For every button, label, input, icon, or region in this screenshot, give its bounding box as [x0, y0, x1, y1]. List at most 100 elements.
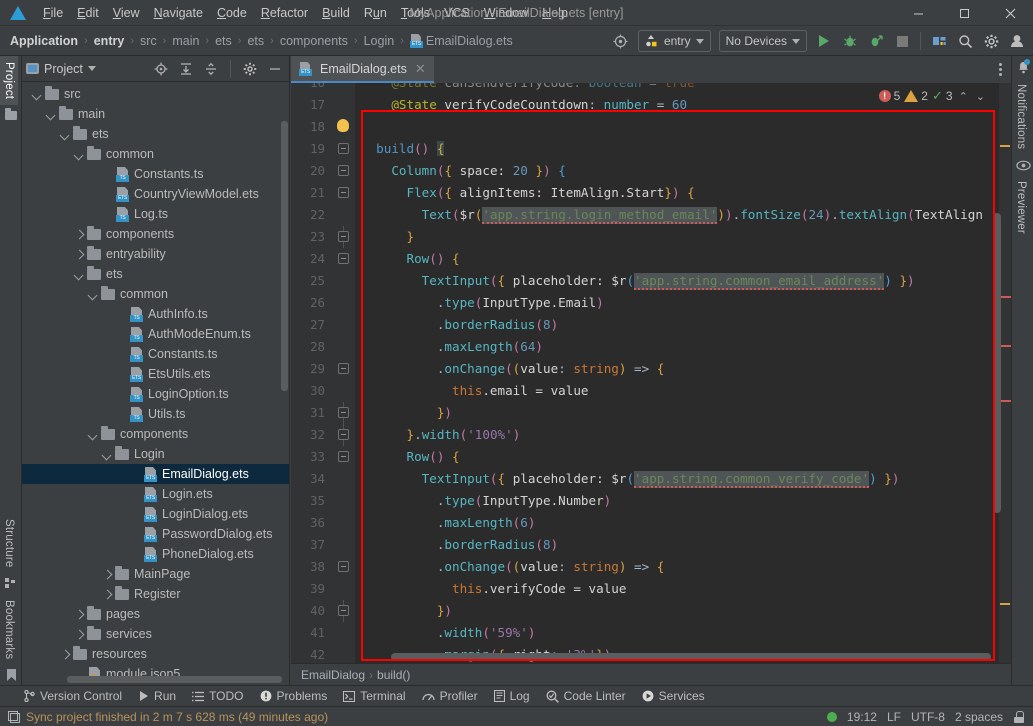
minimize-button[interactable]: [895, 0, 941, 26]
tool-window-version-control[interactable]: Version Control: [24, 689, 122, 703]
fold-gutter[interactable]: [333, 270, 355, 292]
tree-item-authmodeenum-ts[interactable]: AuthModeEnum.ts: [22, 324, 289, 344]
tree-item-pages[interactable]: pages: [22, 604, 289, 624]
tree-item-phonedialog-ets[interactable]: PhoneDialog.ets: [22, 544, 289, 564]
structure-icon[interactable]: [0, 574, 22, 594]
breadcrumb-item-ets[interactable]: ets: [211, 32, 236, 50]
status-indent[interactable]: 2 spaces: [955, 710, 1003, 724]
tree-item-common[interactable]: common: [22, 284, 289, 304]
code-line[interactable]: 33 Row() {: [291, 446, 1011, 468]
code-line[interactable]: 28 .maxLength(64): [291, 336, 1011, 358]
code-text[interactable]: this.verifyCode = value: [355, 578, 626, 600]
fold-gutter[interactable]: [333, 622, 355, 644]
tool-window-run[interactable]: Run: [138, 689, 176, 703]
chevron-up-icon[interactable]: ⌃: [957, 90, 970, 103]
code-line[interactable]: 30 this.email = value: [291, 380, 1011, 402]
tree-item-common[interactable]: common: [22, 144, 289, 164]
close-button[interactable]: [987, 0, 1033, 26]
fold-collapse-icon[interactable]: [338, 143, 349, 154]
code-text[interactable]: }: [355, 226, 415, 248]
tool-window-problems[interactable]: Problems: [260, 689, 327, 703]
menu-item-vcs[interactable]: VCS: [437, 3, 477, 23]
tool-window-code-linter[interactable]: Code Linter: [546, 689, 626, 703]
code-text[interactable]: }): [355, 402, 452, 424]
code-line[interactable]: 40 }): [291, 600, 1011, 622]
tool-window-services[interactable]: Services: [642, 689, 705, 703]
notifications-bell-icon[interactable]: [1012, 56, 1033, 78]
chevron-down-icon[interactable]: [32, 89, 43, 100]
code-line[interactable]: 26 .type(InputType.Email): [291, 292, 1011, 314]
tree-item-main[interactable]: main: [22, 104, 289, 124]
fold-collapse-icon[interactable]: [338, 451, 349, 462]
tree-item-passworddialog-ets[interactable]: PasswordDialog.ets: [22, 524, 289, 544]
fold-gutter[interactable]: [333, 116, 355, 138]
tree-item-register[interactable]: Register: [22, 584, 289, 604]
tree-item-login[interactable]: Login: [22, 444, 289, 464]
tree-item-log-ts[interactable]: Log.ts: [22, 204, 289, 224]
code-line[interactable]: 35 .type(InputType.Number): [291, 490, 1011, 512]
fold-gutter[interactable]: [333, 94, 355, 116]
module-selector[interactable]: entry: [637, 30, 711, 52]
chevron-down-icon[interactable]: [88, 429, 99, 440]
breadcrumb-item-login[interactable]: Login: [360, 32, 399, 50]
tree-item-loginoption-ts[interactable]: LoginOption.ts: [22, 384, 289, 404]
breadcrumb-item-entry[interactable]: entry: [90, 32, 129, 50]
tree-item-utils-ts[interactable]: Utils.ts: [22, 404, 289, 424]
menu-item-refactor[interactable]: Refactor: [254, 3, 315, 23]
project-tree-vertical-scrollbar[interactable]: [281, 121, 288, 391]
search-icon[interactable]: [953, 29, 977, 53]
fold-end-icon[interactable]: [338, 429, 349, 440]
menu-item-navigate[interactable]: Navigate: [147, 3, 210, 23]
code-text[interactable]: .onChange((value: string) => {: [355, 358, 665, 380]
fold-gutter[interactable]: [333, 446, 355, 468]
fold-gutter[interactable]: [333, 468, 355, 490]
code-line[interactable]: 29 .onChange((value: string) => {: [291, 358, 1011, 380]
fold-collapse-icon[interactable]: [338, 187, 349, 198]
status-window-icon[interactable]: [8, 710, 20, 723]
run-icon[interactable]: [812, 29, 836, 53]
code-text[interactable]: Column({ space: 20 }) {: [355, 160, 566, 182]
menu-item-run[interactable]: Run: [357, 3, 394, 23]
code-line[interactable]: 34 TextInput({ placeholder: $r('app.stri…: [291, 468, 1011, 490]
code-text[interactable]: this.email = value: [355, 380, 589, 402]
editor-tab-emaildialog[interactable]: EmailDialog.ets ✕: [291, 56, 434, 83]
tool-window-todo[interactable]: TODO: [192, 689, 244, 703]
editor-tab-options[interactable]: [991, 56, 1009, 83]
tool-window-terminal[interactable]: Terminal: [343, 689, 406, 703]
tree-item-countryviewmodel-ets[interactable]: CountryViewModel.ets: [22, 184, 289, 204]
code-text[interactable]: .borderRadius(8): [355, 314, 558, 336]
tool-window-log[interactable]: Log: [493, 689, 530, 703]
code-editor[interactable]: ! 5 2 ✓ 3 ⌃ ⌄ 16 @State canSendVerifyCod…: [291, 83, 1011, 663]
collapse-all-icon[interactable]: [201, 59, 221, 79]
code-lines[interactable]: 16 @State canSendVerifyCode: boolean = t…: [291, 83, 1011, 663]
chevron-right-icon[interactable]: [102, 569, 113, 580]
account-icon[interactable]: [1005, 29, 1029, 53]
intention-bulb-icon[interactable]: [337, 119, 349, 132]
fold-end-icon[interactable]: [338, 231, 349, 242]
tree-item-entryability[interactable]: entryability: [22, 244, 289, 264]
tree-item-emaildialog-ets[interactable]: EmailDialog.ets: [22, 464, 289, 484]
chevron-right-icon[interactable]: [74, 629, 85, 640]
tree-item-ets[interactable]: ets: [22, 264, 289, 284]
breadcrumb-item-src[interactable]: src: [136, 32, 161, 50]
breadcrumb-item-emaildialog-ets[interactable]: EmailDialog.ets: [406, 32, 517, 50]
sidebar-tab-previewer[interactable]: Previewer: [1012, 175, 1030, 240]
breadcrumb-method[interactable]: build(): [377, 668, 410, 682]
code-text[interactable]: build() {: [355, 138, 445, 160]
fold-gutter[interactable]: [333, 512, 355, 534]
fold-gutter[interactable]: [333, 314, 355, 336]
code-line[interactable]: 37 .borderRadius(8): [291, 534, 1011, 556]
fold-collapse-icon[interactable]: [338, 165, 349, 176]
editor-horizontal-scrollbar[interactable]: [391, 653, 991, 661]
chevron-right-icon[interactable]: [102, 589, 113, 600]
fold-gutter[interactable]: [333, 424, 355, 446]
code-text[interactable]: @State verifyCodeCountdown: number = 60: [355, 94, 687, 116]
device-selector[interactable]: No Devices: [718, 30, 807, 52]
chevron-down-icon[interactable]: ⌄: [974, 90, 987, 103]
expand-all-icon[interactable]: [176, 59, 196, 79]
sidebar-tab-project[interactable]: Project: [0, 56, 18, 106]
stop-icon[interactable]: [890, 29, 914, 53]
warning-count[interactable]: 2: [904, 89, 928, 103]
code-text[interactable]: @State canSendVerifyCode: boolean = true: [355, 83, 694, 94]
code-text[interactable]: Row() {: [355, 446, 460, 468]
